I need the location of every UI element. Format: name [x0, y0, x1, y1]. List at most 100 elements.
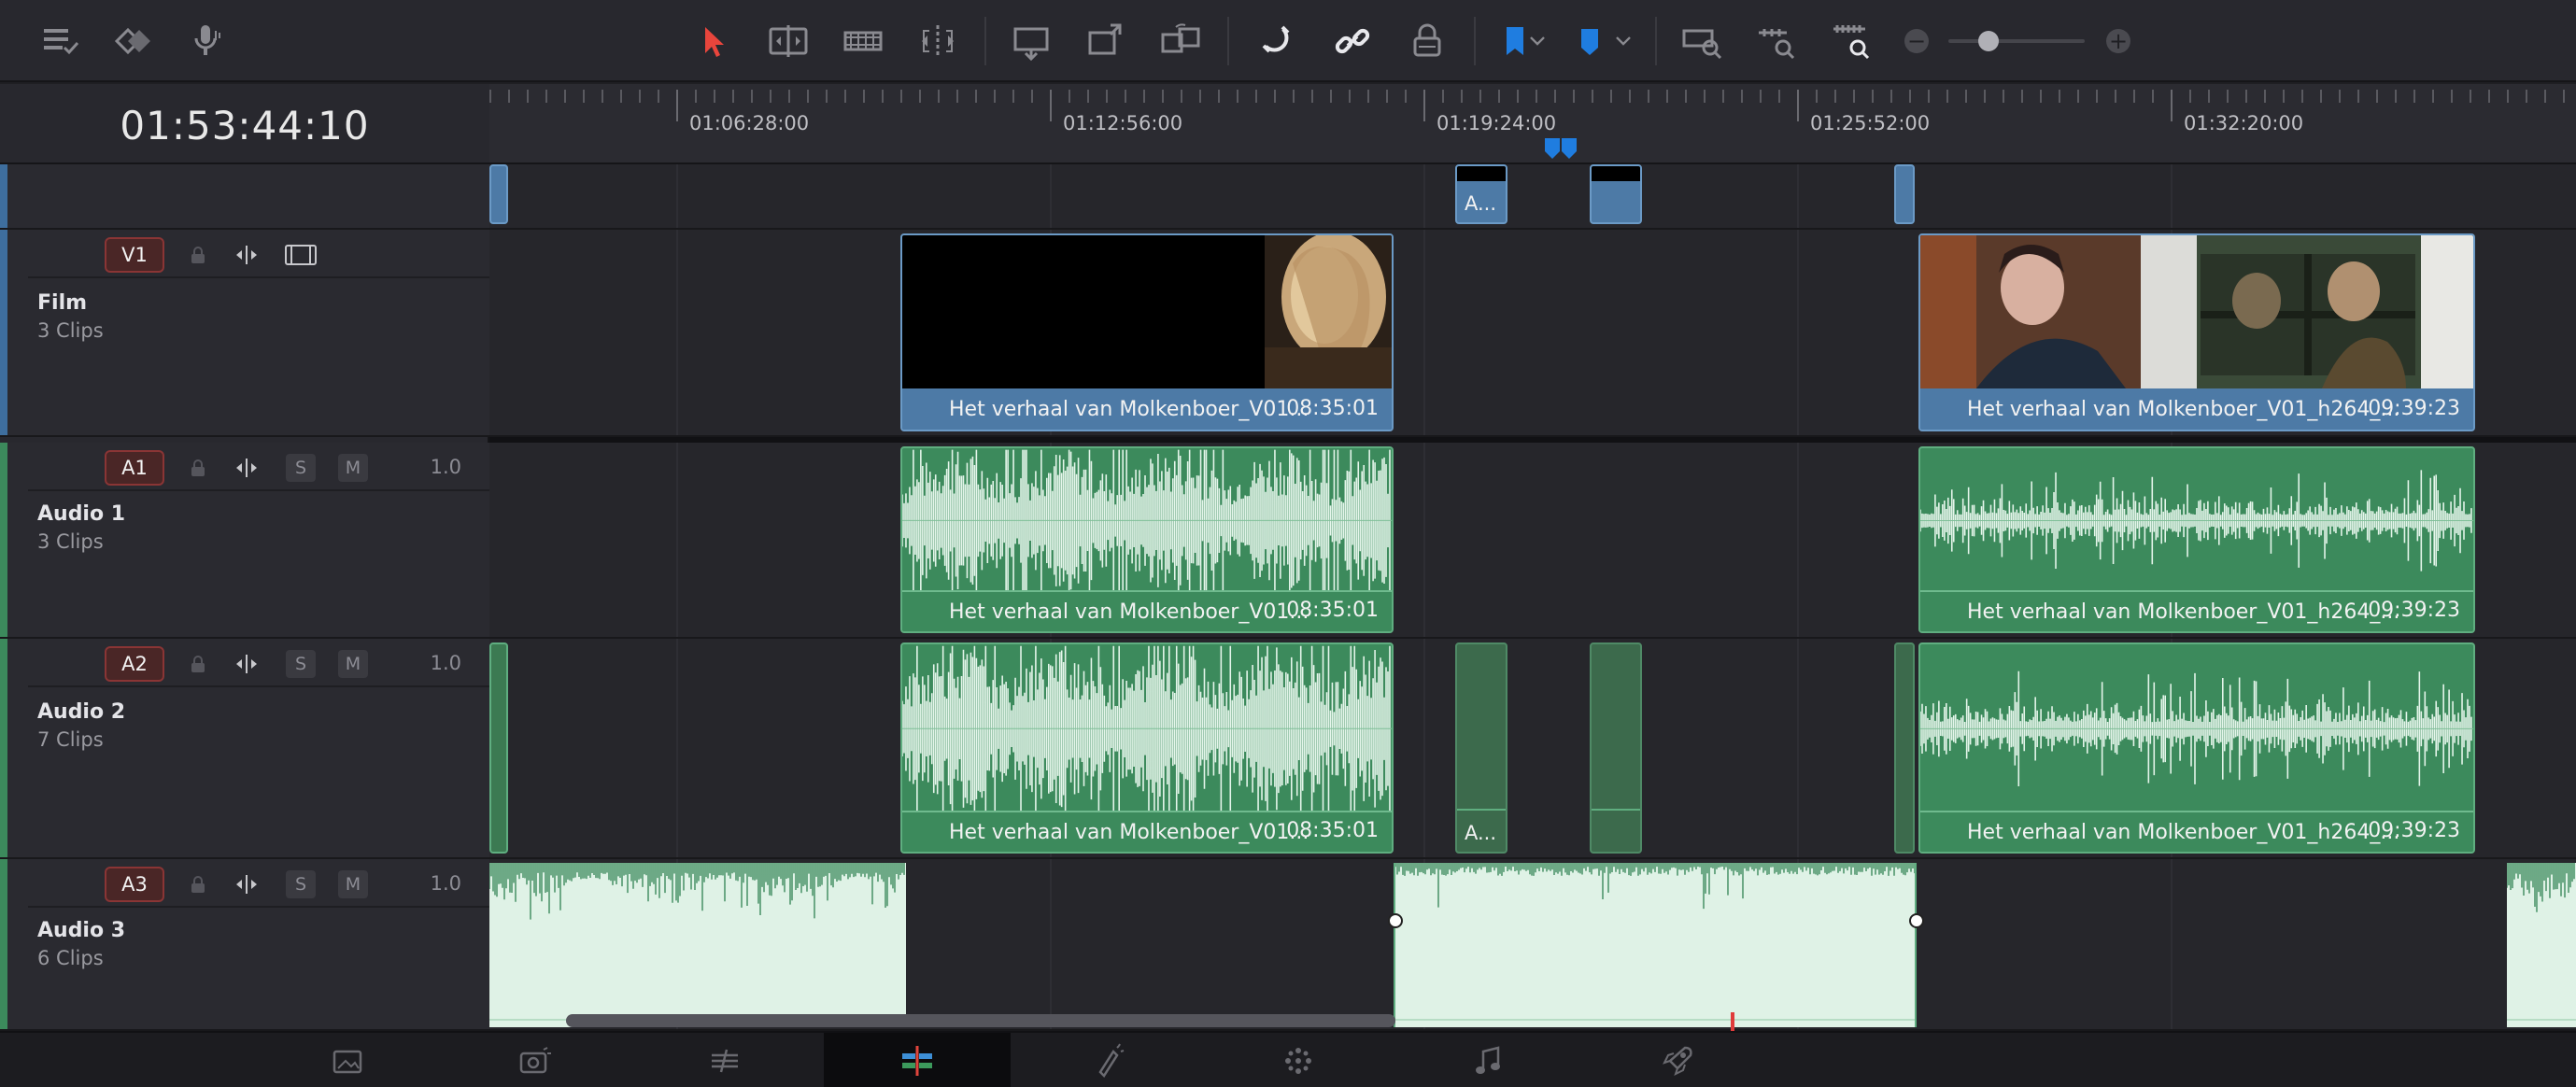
color-page-icon[interactable] — [1205, 1033, 1392, 1087]
video-clip[interactable]: Het verhaal van Molkenboer_V01_h264_... … — [1918, 233, 2475, 431]
audio-clip-small[interactable]: A... — [1455, 642, 1507, 854]
timeline-lanes[interactable]: A... Het verhaal van Molkenboer_V01... 0… — [489, 164, 2576, 1031]
clip-duration: 09:39:23 — [2368, 599, 2460, 622]
track-header-a1[interactable]: A1 S M 1.0 Audio 1 3 Clips — [0, 443, 489, 639]
timeline-horizontal-scrollbar[interactable] — [566, 1014, 1395, 1027]
track-name[interactable]: Audio 3 — [37, 919, 125, 942]
custom-zoom-icon[interactable] — [1825, 17, 1877, 65]
mute-button[interactable]: M — [338, 870, 368, 898]
track-name[interactable]: Audio 1 — [37, 502, 125, 526]
lock-icon[interactable] — [183, 241, 213, 269]
audio-waveform — [1920, 671, 2473, 787]
clip-mode-icon[interactable] — [106, 17, 159, 65]
track-controls: A3 S M 1.0 — [28, 859, 489, 908]
detail-zoom-icon[interactable] — [1750, 17, 1803, 65]
timeline-view-options-icon[interactable] — [34, 17, 86, 65]
audio-clip-music[interactable] — [1394, 863, 1917, 1027]
track-header-a3[interactable]: A3 S M 1.0 Audio 3 6 Clips — [0, 859, 489, 1031]
clip-label: A... — [1465, 192, 1497, 215]
track-badge[interactable]: A2 — [105, 646, 164, 682]
video-clip-small[interactable] — [1894, 164, 1915, 224]
linked-selection-icon[interactable] — [1326, 17, 1379, 65]
track-name[interactable]: Film — [37, 291, 87, 315]
clip-label: A... — [1465, 822, 1497, 844]
edit-page-icon[interactable] — [824, 1033, 1011, 1087]
zoom-out-button[interactable]: − — [1890, 17, 1943, 65]
track-clip-count: 6 Clips — [37, 947, 104, 969]
audio-clip-music[interactable] — [2507, 863, 2576, 1027]
track-badge[interactable]: A1 — [105, 450, 164, 486]
solo-button[interactable]: S — [286, 650, 316, 678]
marker-pair-icon[interactable] — [1543, 136, 1580, 161]
video-clip-small[interactable]: A... — [1455, 164, 1507, 224]
clip-thumbnails — [1920, 235, 2473, 388]
video-clip[interactable]: Het verhaal van Molkenboer_V01... 08:35:… — [900, 233, 1394, 431]
audio-clip[interactable]: Het verhaal van Molkenboer_V01_h264_... … — [1918, 642, 2475, 854]
zoom-in-button[interactable]: + — [2092, 17, 2144, 65]
fade-handle[interactable] — [1909, 913, 1924, 928]
auto-select-icon[interactable] — [232, 454, 262, 482]
audio-clip-small[interactable] — [489, 642, 508, 854]
full-extent-zoom-icon[interactable] — [1676, 17, 1728, 65]
overwrite-clip-icon[interactable] — [1080, 17, 1132, 65]
audio-clip[interactable]: Het verhaal van Molkenboer_V01... 08:35:… — [900, 446, 1394, 633]
audio-clip-music[interactable] — [489, 863, 906, 1027]
dynamic-trim-icon[interactable] — [837, 17, 889, 65]
track-badge[interactable]: A3 — [105, 867, 164, 902]
edit-sync-page-icon[interactable] — [631, 1033, 818, 1087]
solo-button[interactable]: S — [286, 454, 316, 482]
audio-clip[interactable]: Het verhaal van Molkenboer_V01_h264_... … — [1918, 446, 2475, 633]
zoom-slider-handle[interactable] — [1978, 31, 1999, 51]
lock-icon[interactable] — [183, 454, 213, 482]
timeline-ruler[interactable]: 01:06:28:00 01:12:56:00 01:19:24:00 01:2… — [489, 84, 2576, 164]
cut-page-icon[interactable] — [441, 1033, 628, 1087]
track-header-v1[interactable]: V1 Film 3 Clips — [0, 230, 489, 437]
track-headers: V1 Film 3 Clips A1 S M 1.0 Audio 1 3 Cli… — [0, 164, 489, 1031]
trim-edit-icon[interactable] — [762, 17, 814, 65]
insert-clip-icon[interactable] — [1005, 17, 1057, 65]
lock-icon[interactable] — [183, 870, 213, 898]
media-page-icon[interactable] — [254, 1033, 441, 1087]
timecode-display[interactable]: 01:53:44:10 — [0, 103, 489, 148]
auto-select-icon[interactable] — [232, 650, 262, 678]
ruler-major-tick — [1797, 90, 1799, 121]
replace-clip-icon[interactable] — [1154, 17, 1207, 65]
mute-button[interactable]: M — [338, 454, 368, 482]
track-badge[interactable]: V1 — [105, 237, 164, 273]
lock-icon[interactable] — [183, 650, 213, 678]
voiceover-microphone-icon[interactable] — [181, 17, 234, 65]
auto-select-icon[interactable] — [232, 870, 262, 898]
clip-duration: 09:39:23 — [2368, 397, 2460, 420]
video-clip-small[interactable] — [489, 164, 508, 224]
position-lock-icon[interactable] — [1401, 17, 1453, 65]
timecode-panel: 01:53:44:10 — [0, 84, 489, 164]
snapping-magnet-icon[interactable] — [1252, 17, 1304, 65]
audio-clip[interactable]: Het verhaal van Molkenboer_V01... 08:35:… — [900, 642, 1394, 854]
deliver-rocket-icon[interactable] — [1584, 1033, 1771, 1087]
video-enable-icon[interactable] — [282, 241, 319, 269]
audio-clip-small[interactable] — [1590, 642, 1642, 854]
clip-duration: 08:35:01 — [1286, 599, 1379, 622]
track-volume: 1.0 — [430, 456, 461, 478]
clip-duration: 08:35:01 — [1286, 819, 1379, 842]
fusion-page-icon[interactable] — [1016, 1033, 1203, 1087]
track-controls: V1 — [28, 230, 489, 278]
marker-dropdown-chevron-icon[interactable] — [1606, 17, 1640, 65]
mute-button[interactable]: M — [338, 650, 368, 678]
audio-clip-small[interactable] — [1894, 642, 1915, 854]
track-name[interactable]: Audio 2 — [37, 700, 125, 724]
fade-handle[interactable] — [1388, 913, 1403, 928]
track-volume: 1.0 — [430, 872, 461, 895]
flag-dropdown-chevron-icon[interactable] — [1521, 17, 1554, 65]
timeline-editor: − + 01:53:44:10 01:06:28:00 01:12:56:00 … — [0, 0, 2576, 1087]
blade-edit-icon[interactable] — [912, 17, 964, 65]
zoom-slider-track[interactable] — [1948, 39, 2085, 43]
auto-select-icon[interactable] — [232, 241, 262, 269]
track-header-a2[interactable]: A2 S M 1.0 Audio 2 7 Clips — [0, 639, 489, 859]
selection-pointer-icon[interactable] — [687, 17, 740, 65]
fairlight-music-note-icon[interactable] — [1395, 1033, 1582, 1087]
thumbnail-scene-image — [1920, 235, 2473, 388]
solo-button[interactable]: S — [286, 870, 316, 898]
track-header-v2[interactable] — [0, 164, 489, 230]
video-clip-small[interactable] — [1590, 164, 1642, 224]
